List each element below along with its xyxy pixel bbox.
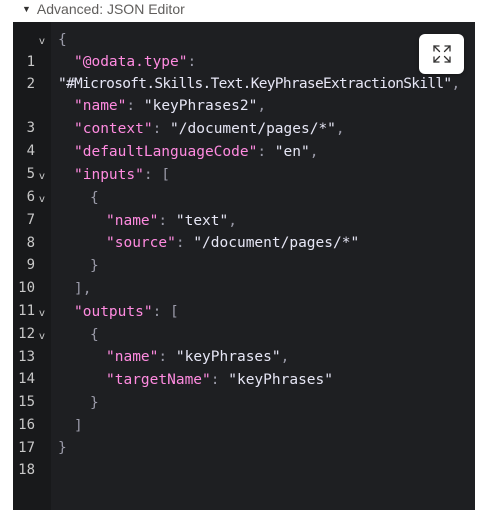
- caret-down-icon: ▼: [22, 4, 31, 14]
- fold-arrow-icon[interactable]: v: [39, 303, 45, 325]
- json-key: "context": [74, 121, 153, 137]
- code-line: 10 }: [13, 255, 99, 296]
- fold-arrow-icon[interactable]: v: [39, 326, 45, 348]
- bracket: ]: [74, 418, 83, 434]
- fold-arrow-icon[interactable]: v: [39, 31, 45, 53]
- code-line-wrapped: "#Microsoft.Skills.Text.KeyPhraseExtract…: [58, 76, 460, 92]
- json-value: "#Microsoft.Skills.Text.KeyPhraseExtract…: [58, 76, 452, 92]
- code-line: 4 "context": "/document/pages/*",: [13, 118, 345, 159]
- json-key: "outputs": [74, 304, 153, 320]
- code-line: 12 v "outputs": [: [13, 301, 179, 342]
- brace: }: [90, 258, 99, 274]
- code-line: 5 "defaultLanguageCode": "en",: [13, 141, 319, 182]
- line-number: 18: [18, 462, 35, 478]
- code-line: 6 v "inputs": [: [13, 164, 170, 205]
- json-value: "keyPhrases": [228, 372, 333, 388]
- json-key: "inputs": [74, 167, 144, 183]
- code-line: 3 "name": "keyPhrases2",: [13, 95, 267, 136]
- code-line: 8 "name": "text",: [13, 210, 237, 251]
- brace: }: [58, 440, 67, 456]
- code-line: 15 "targetName": "keyPhrases": [13, 369, 333, 410]
- json-editor-section-toggle[interactable]: ▼ Advanced: JSON Editor: [22, 0, 185, 18]
- json-key: "name": [106, 349, 159, 365]
- json-value: "keyPhrases2": [143, 98, 258, 114]
- json-key: "@odata.type": [74, 54, 188, 70]
- code-line: 9 "source": "/document/pages/*": [13, 232, 360, 273]
- json-value: "en": [274, 144, 310, 160]
- code-line: 14 "name": "keyPhrases",: [13, 346, 289, 387]
- json-key: "name": [106, 213, 159, 229]
- code-line: 1 v {: [13, 29, 67, 70]
- brace: {: [90, 327, 99, 343]
- code-line: 2 "@odata.type":: [13, 51, 197, 92]
- json-value: "/document/pages/*": [170, 121, 336, 137]
- json-value: "text": [175, 213, 229, 229]
- expand-editor-button[interactable]: [419, 34, 464, 74]
- json-key: "name": [74, 98, 127, 114]
- json-value: "keyPhrases": [175, 349, 281, 365]
- code-line: 18 }: [13, 437, 67, 478]
- json-value: "/document/pages/*": [193, 235, 360, 251]
- section-title: Advanced: JSON Editor: [36, 1, 185, 17]
- brace: {: [90, 190, 99, 206]
- code-line: 11 ],: [13, 278, 91, 319]
- brace: {: [58, 32, 67, 48]
- code-line: 13 v {: [13, 324, 99, 365]
- code-line: 16 }: [13, 392, 99, 433]
- fold-arrow-icon[interactable]: v: [39, 189, 45, 211]
- fold-arrow-icon[interactable]: v: [39, 166, 45, 188]
- json-key: "defaultLanguageCode": [74, 144, 258, 160]
- json-code-editor[interactable]: 1 v { 2 "@odata.type": "#Microsoft.Skill…: [13, 22, 475, 510]
- brace: }: [90, 395, 99, 411]
- expand-icon: [432, 45, 451, 63]
- json-key: "source": [106, 235, 176, 251]
- code-line: 17 ]: [13, 415, 83, 456]
- json-key: "targetName": [106, 372, 211, 388]
- code-line: 7 v {: [13, 187, 99, 228]
- bracket: ],: [74, 281, 92, 297]
